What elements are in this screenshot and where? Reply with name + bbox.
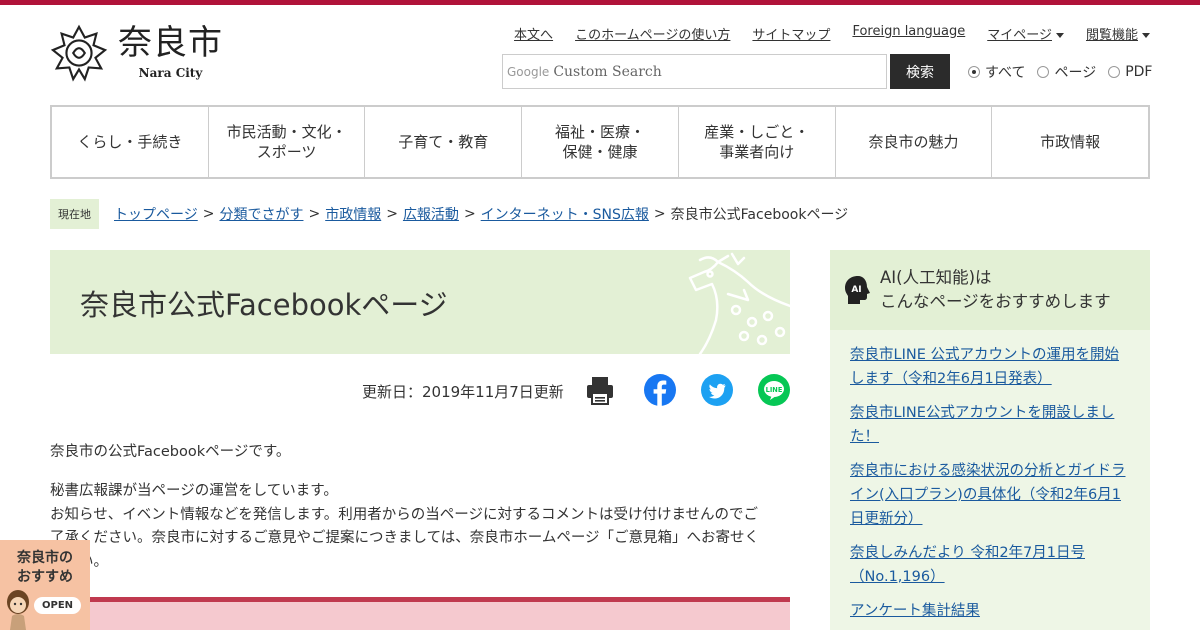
nav-item-welfare-health[interactable]: 福祉・医療・ 保健・健康	[522, 107, 679, 177]
radio-selected-icon	[968, 66, 980, 78]
breadcrumb-separator: >	[202, 206, 215, 222]
util-accessibility-dropdown[interactable]: 閲覧機能	[1086, 24, 1150, 43]
util-mypage-dropdown[interactable]: マイページ	[987, 24, 1064, 43]
ai-head-icon: AI	[845, 276, 870, 304]
ai-title-line: こんなページをおすすめします	[880, 292, 1111, 311]
top-accent-bar	[0, 0, 1200, 5]
ai-recommend-link[interactable]: 奈良市における感染状況の分析とガイドライン(入口プラン)の具体化（令和2年6月1…	[850, 463, 1126, 527]
search-placeholder: Custom Search	[553, 63, 662, 80]
breadcrumb-current: 奈良市公式Facebookページ	[670, 207, 849, 223]
ai-title-line: AI(人工知能)は	[880, 268, 992, 287]
svg-text:LINE: LINE	[766, 386, 783, 394]
global-nav: くらし・手続き 市民活動・文化・ スポーツ 子育て・教育 福祉・医療・ 保健・健…	[50, 105, 1150, 179]
list-item: アンケート集計結果	[850, 599, 1130, 623]
mascot-icon	[7, 590, 29, 630]
utility-nav: 本文へ このホームページの使い方 サイトマップ Foreign language…	[514, 24, 1150, 43]
city-emblem-icon	[50, 24, 108, 82]
page-title: 奈良市公式Facebookページ	[80, 288, 448, 322]
nav-item-living[interactable]: くらし・手続き	[52, 107, 209, 177]
operation-line: 了承ください。奈良市に対するご意見やご提案につきましては、奈良市ホームページ「ご…	[50, 530, 760, 546]
ai-recommend-link[interactable]: アンケート集計結果	[850, 603, 980, 619]
breadcrumb-link-top[interactable]: トップページ	[114, 204, 198, 224]
util-link-mypage[interactable]: マイページ	[987, 28, 1052, 43]
search-scope-all[interactable]: すべて	[968, 62, 1025, 82]
ai-recommend-panel: AI AI(人工知能)は こんなページをおすすめします 奈良市LINE 公式アカ…	[830, 250, 1150, 630]
breadcrumb-link-city-info[interactable]: 市政情報	[325, 204, 381, 224]
nav-item-childcare-education[interactable]: 子育て・教育	[365, 107, 523, 177]
util-link-skip[interactable]: 本文へ	[514, 24, 553, 43]
nav-item-city-info[interactable]: 市政情報	[992, 107, 1148, 177]
updated-date: 更新日：2019年11月7日更新	[362, 383, 564, 401]
operation-line: 秘書広報課が当ページの運営をしています。	[50, 483, 338, 499]
nav-item-culture-sports[interactable]: 市民活動・文化・ スポーツ	[209, 107, 366, 177]
chevron-down-icon	[1142, 33, 1150, 38]
logo-name-en: Nara City	[138, 66, 203, 80]
ai-recommend-header: AI AI(人工知能)は こんなページをおすすめします	[830, 250, 1150, 330]
breadcrumb-separator: >	[463, 206, 476, 222]
util-link-accessibility[interactable]: 閲覧機能	[1086, 28, 1138, 43]
svg-text:AI: AI	[851, 285, 861, 295]
intro-paragraph: 奈良市の公式Facebookページです。	[50, 444, 291, 460]
list-item: 奈良市における感染状況の分析とガイドライン(入口プラン)の具体化（令和2年6月1…	[850, 459, 1130, 531]
nav-item-business[interactable]: 産業・しごと・ 事業者向け	[679, 107, 836, 177]
search-button[interactable]: 検索	[890, 54, 950, 89]
breadcrumb-link-sns[interactable]: インターネット・SNS広報	[481, 204, 649, 224]
search-scope-group: すべて ページ PDF	[968, 62, 1152, 82]
recommend-badge-label: 奈良市の おすすめ	[17, 550, 73, 585]
radio-unselected-icon	[1108, 66, 1121, 78]
util-link-howto[interactable]: このホームページの使い方	[575, 24, 730, 43]
page-title-banner: 奈良市公式Facebookページ	[50, 250, 790, 354]
ai-recommend-list: 奈良市LINE 公式アカウントの運用を開始します（令和2年6月1日発表） 奈良市…	[830, 330, 1150, 623]
twitter-icon[interactable]	[701, 374, 733, 406]
breadcrumb-link-category[interactable]: 分類でさがす	[219, 204, 303, 224]
ai-recommend-link[interactable]: 奈良市LINE 公式アカウントの運用を開始します（令和2年6月1日発表）	[850, 347, 1119, 387]
google-brand-label: Google	[507, 64, 550, 79]
breadcrumb-link-pr[interactable]: 広報活動	[403, 204, 459, 224]
site-logo[interactable]: 奈良市 Nara City	[50, 24, 223, 82]
util-link-foreign-language[interactable]: Foreign language	[852, 24, 965, 43]
breadcrumb-here-label: 現在地	[50, 199, 99, 229]
ai-recommend-link[interactable]: 奈良しみんだより 令和2年7月1日号（No.1,196）	[850, 545, 1085, 585]
facebook-icon[interactable]	[644, 374, 676, 406]
breadcrumb-separator: >	[308, 206, 321, 222]
util-link-sitemap[interactable]: サイトマップ	[752, 24, 830, 43]
search-scope-label: PDF	[1125, 64, 1153, 80]
search-input[interactable]: Google Custom Search	[502, 54, 887, 89]
line-icon[interactable]: LINE	[758, 374, 790, 406]
operation-paragraph: 秘書広報課が当ページの運営をしています。 お知らせ、イベント情報などを発信します…	[50, 480, 788, 574]
list-item: 奈良市LINE 公式アカウントの運用を開始します（令和2年6月1日発表）	[850, 343, 1130, 391]
radio-unselected-icon	[1037, 66, 1050, 78]
breadcrumb-separator: >	[653, 206, 666, 222]
ai-recommend-link[interactable]: 奈良市LINE公式アカウントを開設しました！	[850, 405, 1114, 445]
recommend-badge[interactable]: 奈良市の おすすめ OPEN	[0, 540, 90, 630]
ai-recommend-title: AI(人工知能)は こんなページをおすすめします	[880, 266, 1111, 314]
facebook-banner-image[interactable]	[90, 597, 790, 630]
logo-name-ja: 奈良市	[118, 23, 223, 63]
print-icon[interactable]	[584, 374, 616, 406]
breadcrumb-separator: >	[386, 206, 398, 222]
chevron-down-icon	[1055, 33, 1064, 38]
list-item: 奈良しみんだより 令和2年7月1日号（No.1,196）	[850, 541, 1130, 589]
nav-item-attractions[interactable]: 奈良市の魅力	[836, 107, 993, 177]
breadcrumb: 現在地 トップページ > 分類でさがす > 市政情報 > 広報活動 > インター…	[50, 199, 848, 229]
recommend-open-button[interactable]: OPEN	[34, 597, 82, 614]
search-scope-page[interactable]: ページ	[1037, 62, 1096, 82]
search-scope-pdf[interactable]: PDF	[1108, 62, 1152, 82]
operation-line: ださい。	[50, 551, 788, 575]
search-scope-label: ページ	[1054, 65, 1097, 81]
search-scope-label: すべて	[985, 65, 1026, 81]
list-item: 奈良市LINE公式アカウントを開設しました！	[850, 401, 1130, 449]
operation-line: お知らせ、イベント情報などを発信します。利用者からの当ページに対するコメントは受…	[50, 506, 759, 523]
deer-illustration-icon	[688, 252, 790, 354]
